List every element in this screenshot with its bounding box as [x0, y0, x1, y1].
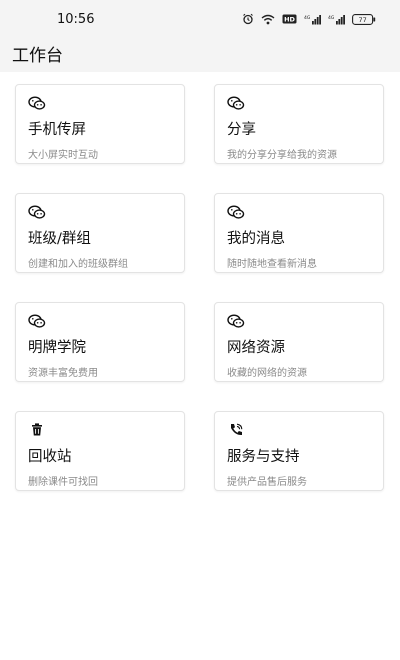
card-subtitle: 收藏的网络的资源: [227, 368, 307, 379]
wechat-icon: [28, 203, 46, 221]
card-title: 回收站: [28, 449, 72, 465]
status-icons: HD 4G 4G 77: [242, 13, 376, 25]
card-mingpai-academy[interactable]: 明牌学院 资源丰富免费用: [15, 302, 185, 382]
card-title: 分享: [227, 122, 256, 138]
phone-icon: [227, 421, 245, 439]
card-title: 手机传屏: [28, 122, 86, 138]
svg-text:4G: 4G: [328, 15, 335, 21]
card-title: 明牌学院: [28, 340, 86, 356]
alarm-icon: [243, 13, 253, 25]
battery-level: 77: [358, 16, 366, 24]
card-phone-cast[interactable]: 手机传屏 大小屏实时互动: [15, 84, 185, 164]
card-subtitle: 资源丰富免费用: [28, 368, 98, 379]
page-title: 工作台: [12, 46, 63, 66]
card-subtitle: 我的分享分享给我的资源: [227, 150, 337, 161]
wechat-icon: [28, 312, 46, 330]
hd-icon: HD: [282, 14, 297, 24]
status-bar: 10:56 HD 4G 4G 77: [0, 0, 400, 40]
wechat-icon: [227, 203, 245, 221]
header: 工作台: [0, 40, 400, 72]
card-class-group[interactable]: 班级/群组 创建和加入的班级群组: [15, 193, 185, 273]
battery-icon: 77: [352, 13, 376, 25]
card-title: 网络资源: [227, 340, 285, 356]
wechat-icon: [227, 94, 245, 112]
card-subtitle: 大小屏实时互动: [28, 150, 98, 161]
card-network-resources[interactable]: 网络资源 收藏的网络的资源: [214, 302, 384, 382]
wechat-icon: [28, 94, 46, 112]
card-title: 班级/群组: [28, 231, 91, 247]
card-title: 服务与支持: [227, 449, 300, 465]
card-recycle-bin[interactable]: 回收站 删除课件可找回: [15, 411, 185, 491]
card-service-support[interactable]: 服务与支持 提供产品售后服务: [214, 411, 384, 491]
card-subtitle: 提供产品售后服务: [227, 477, 307, 488]
card-share[interactable]: 分享 我的分享分享给我的资源: [214, 84, 384, 164]
signal-icon: 4G: [304, 14, 321, 24]
card-subtitle: 删除课件可找回: [28, 477, 98, 488]
wechat-icon: [227, 312, 245, 330]
status-time: 10:56: [57, 12, 95, 27]
card-subtitle: 随时随地查看新消息: [227, 259, 317, 270]
trash-icon: [28, 421, 46, 439]
card-my-messages[interactable]: 我的消息 随时随地查看新消息: [214, 193, 384, 273]
svg-text:HD: HD: [284, 16, 295, 24]
card-subtitle: 创建和加入的班级群组: [28, 259, 128, 270]
card-title: 我的消息: [227, 231, 285, 247]
svg-text:4G: 4G: [304, 15, 311, 21]
signal-icon: 4G: [328, 14, 345, 24]
wifi-icon: [261, 14, 275, 24]
